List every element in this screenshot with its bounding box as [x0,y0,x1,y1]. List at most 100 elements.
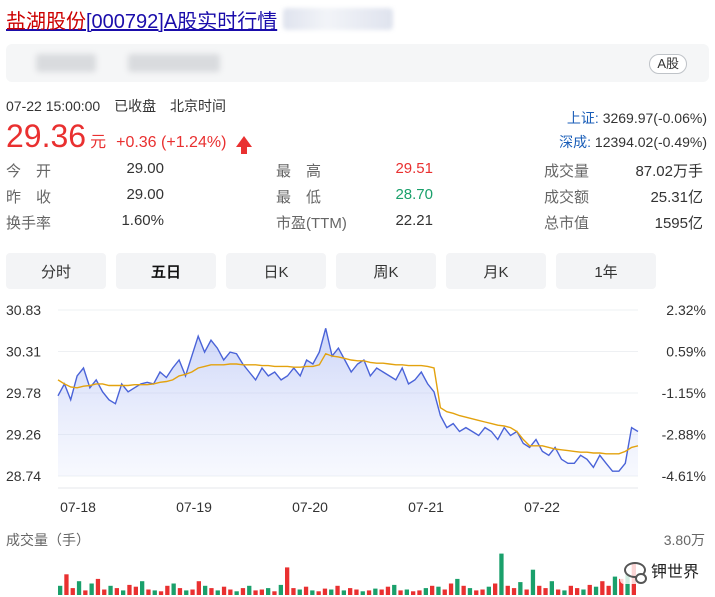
volume-bar [587,584,592,595]
volume-bar [272,591,277,595]
quote-label: 成交额 [544,189,590,206]
volume-bar [518,582,523,595]
volume-bar [259,589,264,595]
volume-bar [152,590,157,595]
volume-bar [499,553,504,595]
volume-bar [480,589,485,595]
volume-bar [568,585,573,595]
y-tick-right: 2.32% [666,302,706,318]
volume-bar [524,589,529,595]
volume-bar [398,590,403,595]
volume-bar [612,576,618,595]
stock-title-link[interactable]: 盐湖股份[000792]A股实时行情 [6,5,277,34]
quote-value: 1.60% [121,212,164,229]
market-badge: A股 [649,54,687,74]
volume-bar [436,586,441,595]
quote-value: 29.00 [126,160,164,177]
tab-1[interactable]: 五日 [116,253,216,289]
tab-4[interactable]: 月K [446,253,546,289]
volume-bar [234,591,239,595]
period-tabs: 分时 五日 日K 周K 月K 1年 [6,253,656,289]
tab-0[interactable]: 分时 [6,253,106,289]
volume-bar [448,583,454,595]
quote-row: 今 开 29.00 最 高 29.51 成交量 87.02万手 [6,160,709,186]
volume-bar [530,569,536,595]
volume-label: 成交量（手） [6,532,90,548]
volume-bar [606,585,611,595]
volume-bar [461,585,466,595]
volume-bar [221,586,227,595]
volume-bar [537,585,542,595]
x-tick-label: 07-19 [176,499,212,515]
status-timezone: 北京时间 [169,98,226,114]
volume-bar [171,583,176,595]
volume-bar [423,588,428,595]
volume-bar [70,588,75,595]
volume-bar [404,589,409,595]
y-tick-left: 29.78 [6,385,41,401]
tab-5[interactable]: 1年 [556,253,656,289]
blurred-region [283,8,394,30]
y-tick-left: 29.26 [6,427,41,443]
status-datetime: 07-22 15:00:00 [6,98,101,114]
quote-value: 1595亿 [654,215,703,232]
volume-bar [341,590,346,595]
quote-value: 28.70 [395,186,433,203]
volume-bar [89,583,94,595]
y-tick-right: -1.15% [662,385,706,401]
price-change: +0.36 (+1.24%) [116,134,227,151]
quote-label: 最 高 [276,163,322,180]
index-name-link[interactable]: 深成: [559,134,591,150]
quote-label: 今 开 [6,163,52,180]
page-title: 盐湖股份[000792]A股实时行情 [6,4,394,34]
quote-label: 总市值 [544,215,590,232]
volume-bar [373,588,378,595]
volume-bar [322,588,328,595]
volume-bar [209,588,214,595]
volume-bar [121,590,126,595]
volume-bar [203,585,208,595]
volume-bar [442,589,447,595]
volume-bar [329,589,334,595]
volume-bar [140,581,145,595]
volume-bar [297,589,302,595]
volume-bar [549,581,554,595]
x-tick-label: 07-22 [524,499,560,515]
quote-value: 29.00 [126,186,164,203]
volume-bar [360,591,365,595]
volume-bar [177,588,183,595]
y-tick-right: -4.61% [662,468,706,484]
index-value: 12394.02(-0.49%) [594,134,707,150]
price-unit: 元 [90,134,107,151]
volume-bar [253,590,258,595]
quote-table: 今 开 29.00 最 高 29.51 成交量 87.02万手昨 收 29.00 最 低 28.… [6,160,709,238]
volume-bar [411,591,416,595]
watermark: 钾世界 [619,556,703,584]
volume-max-label: 3.80万 [663,532,705,548]
volume-bar [266,588,271,595]
up-arrow-icon [236,136,253,154]
volume-bar [379,589,384,595]
wechat-icon [623,562,647,584]
volume-bar [593,586,599,595]
volume-bar [600,581,605,595]
y-tick-right: 0.59% [666,344,706,360]
volume-bar [316,591,321,595]
price-area-fill [58,328,638,476]
volume-bar [102,589,107,595]
volume-bar [127,584,132,595]
y-tick-left: 30.83 [6,302,41,318]
last-price: 29.36 [6,118,87,154]
market-status: 07-22 15:00:00 已收盘 北京时间 [6,96,236,116]
tab-3[interactable]: 周K [336,253,436,289]
quote-value: 29.51 [395,160,433,177]
index-name-link[interactable]: 上证: [567,110,599,126]
volume-bar [581,589,586,595]
volume-bar [505,585,510,595]
tab-2[interactable]: 日K [226,253,326,289]
blurred-region [128,54,220,72]
x-tick-label: 07-18 [60,499,96,515]
volume-bar [366,590,372,595]
volume-bar [158,591,164,595]
volume-bar [455,578,460,595]
